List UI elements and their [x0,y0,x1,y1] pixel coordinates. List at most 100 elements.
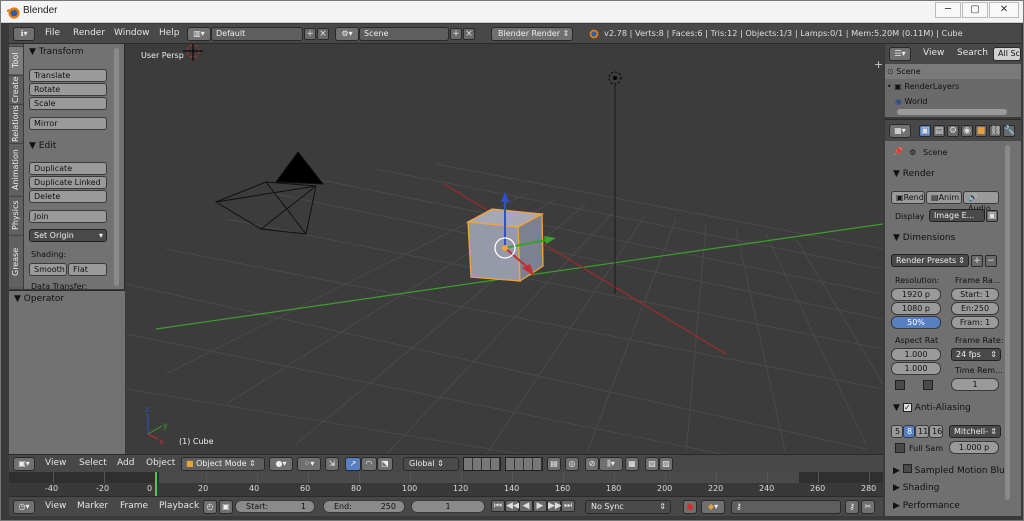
delete-button[interactable]: Delete [29,190,107,203]
timeline-range[interactable] [159,472,799,483]
remove-layout-button[interactable]: × [317,28,329,40]
motion-blur-panel-title[interactable]: ▶ Sampled Motion Blur [893,464,1008,476]
timeline-view-menu[interactable]: View [45,501,66,511]
frame-end-field[interactable]: En:250 [951,302,999,315]
outliner-item-renderlayers[interactable]: • ▣ RenderLayers [885,79,1021,94]
render-audio-button[interactable]: 🔊Audio [963,191,999,213]
play-reverse-button[interactable]: ◀ [519,500,533,512]
outliner-h-scrollbar[interactable] [897,109,1007,115]
tab-animation[interactable]: Animation [9,143,23,195]
pivot-point-button[interactable]: ⁘▾ [297,457,321,471]
add-scene-button[interactable]: + [450,28,462,40]
performance-panel-title[interactable]: ▶ Performance [893,501,960,511]
flat-button[interactable]: Flat [68,263,107,276]
add-layout-button[interactable]: + [304,28,316,40]
3d-viewport[interactable]: y z x + User Persp (1) Cube [126,44,883,455]
scene-icon[interactable]: ⚙▾ [335,27,359,41]
shading-panel-title[interactable]: ▶ Shading [893,483,939,493]
constraints-context-icon[interactable]: ⛓ [989,125,1001,137]
frame-menu[interactable]: Frame [120,501,148,511]
anti-aliasing-checkbox[interactable]: ✓ [902,403,912,412]
aa-samples-5[interactable]: 5 [891,425,903,438]
keying-set-field[interactable]: ⚷ [731,500,841,514]
end-frame-field[interactable]: End: 250 [323,500,405,513]
viewport-scene[interactable]: y z x + [126,44,883,455]
outliner-editor-type-button[interactable]: ☰▾ [889,47,911,61]
outliner-item-world[interactable]: ◉ World [885,94,1021,109]
select-menu[interactable]: Select [79,458,107,468]
transform-panel-title[interactable]: ▼ Transform [29,47,84,57]
remove-scene-button[interactable]: × [463,28,475,40]
close-button[interactable]: ✕ [989,2,1019,18]
current-frame-indicator[interactable] [155,472,157,496]
record-button[interactable]: ● [683,500,697,514]
keying-set-button[interactable]: ◆▾ [701,500,725,514]
sync-mode-select[interactable]: No Sync ⇕ [585,500,671,514]
editor-type-button[interactable]: ℹ▾ [13,27,35,41]
translate-button[interactable]: Translate [29,69,107,82]
display-lock-icon[interactable]: ▣ [986,210,998,222]
insert-keyframe-icon[interactable]: ⚷ [845,500,859,514]
outliner-view-menu[interactable]: View [923,48,944,58]
playback-menu[interactable]: Playback [159,501,199,511]
aspect-x-field[interactable]: 1.000 [891,348,941,361]
edit-panel-title[interactable]: ▼ Edit [29,141,56,151]
transform-orientation-select[interactable]: Global ⇕ [403,457,459,471]
mode-select[interactable]: ■ Object Mode ⇕ [181,457,265,471]
properties-scrollbar[interactable] [1005,145,1010,500]
aa-samples-8[interactable]: 8 [903,425,915,438]
tab-relations[interactable]: Relations [9,104,23,142]
menu-window[interactable]: Window [114,28,150,38]
render-still-button[interactable]: ▣Rend [891,191,925,204]
tab-create[interactable]: Create [9,75,23,103]
renderlayers-context-icon[interactable]: ▤ [933,125,945,137]
timeline-editor-type-button[interactable]: ◷▾ [13,500,35,514]
mirror-button[interactable]: Mirror [29,117,107,130]
lamp-object[interactable] [608,71,622,294]
border-checkbox[interactable] [895,380,905,390]
start-frame-field[interactable]: Start: 1 [235,500,315,513]
resolution-x-field[interactable]: 1920 p [891,288,941,301]
preview-range-icon[interactable]: ◴ [203,500,217,514]
minimize-button[interactable]: ─ [935,2,961,18]
aa-filter-select[interactable]: Mitchell- ⇕ [949,425,1001,438]
add-menu[interactable]: Add [117,458,134,468]
aa-size-field[interactable]: 1.000 p [949,441,999,454]
frame-start-field[interactable]: Start: 1 [951,288,999,301]
delete-keyframe-icon[interactable]: ✂ [861,500,875,514]
outliner-item-scene[interactable]: ⊙ Scene [885,64,1021,79]
camera-object[interactable] [214,151,325,235]
scale-manipulator-toggle[interactable]: ⬔ [377,457,393,471]
add-preset-button[interactable]: + [971,255,983,267]
render-context-icon[interactable]: ▣ [919,125,931,137]
resolution-y-field[interactable]: 1080 p [891,302,941,315]
3d-cursor-icon[interactable] [183,44,203,61]
modifiers-context-icon[interactable]: 🔧 [1003,125,1015,137]
aa-samples-11[interactable]: 11 [915,425,929,438]
rotate-button[interactable]: Rotate [29,83,107,96]
render-anim-icon[interactable]: ▨ [659,457,673,471]
screen-layout-field[interactable]: Default [211,27,303,41]
play-button[interactable]: ▶ [533,500,547,512]
jump-start-button[interactable]: ⏮ [491,500,505,512]
screen-layout-icon[interactable]: ▥▾ [187,27,211,41]
duplicate-button[interactable]: Duplicate [29,162,107,175]
menu-help[interactable]: Help [159,28,180,38]
frame-step-field[interactable]: Fram: 1 [951,316,999,329]
duplicate-linked-button[interactable]: Duplicate Linked [29,176,107,189]
scene-field[interactable]: Scene [359,27,449,41]
outliner-filter-select[interactable]: All Sc [993,47,1021,61]
manipulator-toggle[interactable]: ⇲ [325,457,339,471]
timeline[interactable]: -40 -20 0 20 40 60 80 100 120 140 160 180 200 220 240 2… [9,472,883,496]
menu-file[interactable]: File [45,28,60,38]
render-presets-select[interactable]: Render Presets ⇕ [891,254,969,267]
dimensions-panel-title[interactable]: ▼ Dimensions [893,233,955,243]
aspect-y-field[interactable]: 1.000 [891,362,941,375]
scale-button[interactable]: Scale [29,97,107,110]
remove-preset-button[interactable]: − [985,255,997,267]
time-remap-field[interactable]: 1 [951,378,999,391]
maximize-button[interactable]: ▢ [962,2,988,18]
join-button[interactable]: Join [29,210,107,223]
next-keyframe-button[interactable]: ▶▶ [547,500,562,512]
outliner-search-menu[interactable]: Search [957,48,988,58]
